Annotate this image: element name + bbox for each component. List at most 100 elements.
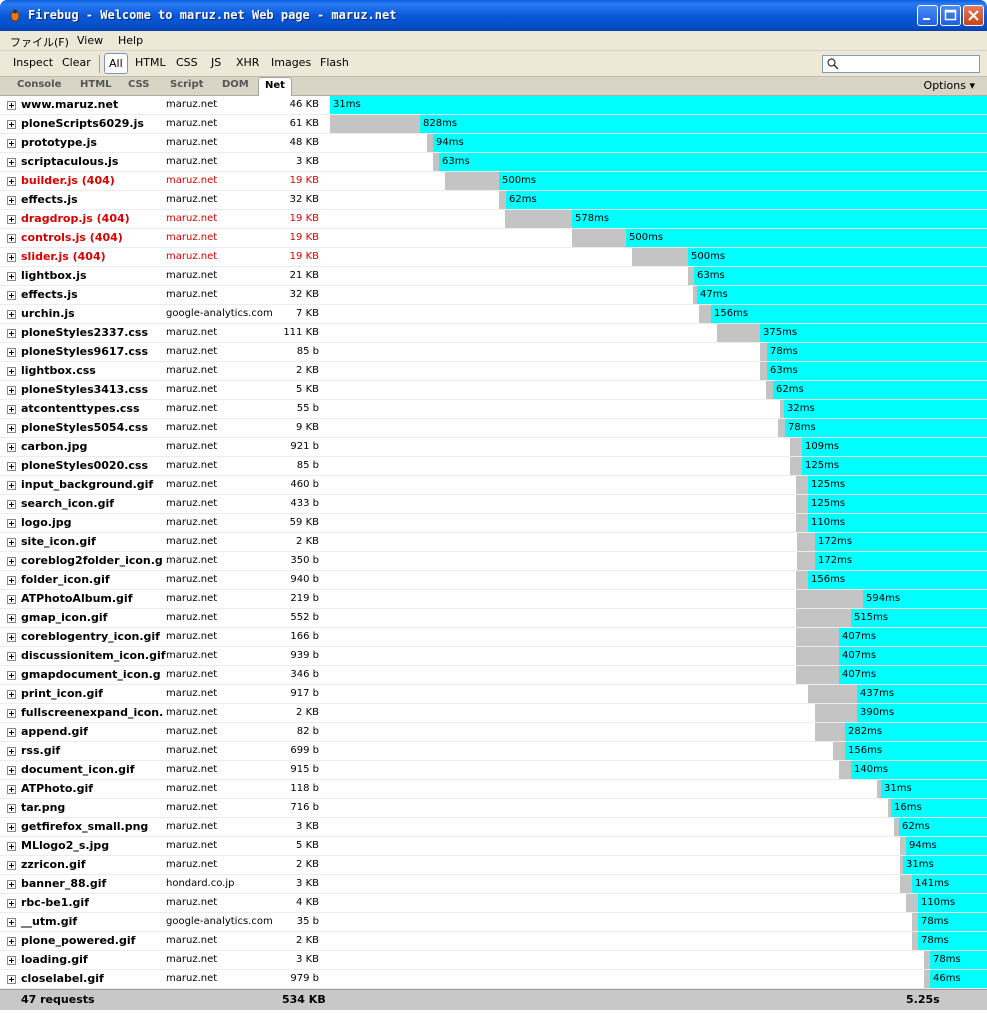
expand-icon[interactable] [7,234,16,243]
expand-icon[interactable] [7,576,16,585]
request-row[interactable]: closelabel.gif maruz.net 979 b 46ms [0,970,987,989]
filter-js[interactable]: JS [211,56,221,69]
expand-icon[interactable] [7,196,16,205]
filter-all[interactable]: All [104,53,128,74]
request-row[interactable]: banner_88.gif hondard.co.jp 3 KB 141ms [0,875,987,894]
clear-button[interactable]: Clear [62,56,91,69]
request-row[interactable]: atcontenttypes.css maruz.net 55 b 32ms [0,400,987,419]
request-row[interactable]: append.gif maruz.net 82 b 282ms [0,723,987,742]
request-row[interactable]: coreblog2folder_icon.g maruz.net 350 b 172m… [0,552,987,571]
expand-icon[interactable] [7,728,16,737]
search-input[interactable] [822,55,980,73]
menu-help[interactable]: Help [118,34,143,47]
menu-file[interactable]: ファイル(F) [10,34,69,50]
request-row[interactable]: ploneStyles9617.css maruz.net 85 b 78ms [0,343,987,362]
expand-icon[interactable] [7,690,16,699]
request-row[interactable]: lightbox.js maruz.net 21 KB 63ms [0,267,987,286]
expand-icon[interactable] [7,557,16,566]
expand-icon[interactable] [7,500,16,509]
expand-icon[interactable] [7,519,16,528]
expand-icon[interactable] [7,937,16,946]
request-row[interactable]: plone_powered.gif maruz.net 2 KB 78ms [0,932,987,951]
maximize-button[interactable] [940,5,961,26]
tab-css[interactable]: CSS [128,79,149,90]
request-row[interactable]: loading.gif maruz.net 3 KB 78ms [0,951,987,970]
tab-console[interactable]: Console [17,79,61,90]
request-row[interactable]: tar.png maruz.net 716 b 16ms [0,799,987,818]
expand-icon[interactable] [7,614,16,623]
request-row[interactable]: document_icon.gif maruz.net 915 b 140ms [0,761,987,780]
request-row[interactable]: lightbox.css maruz.net 2 KB 63ms [0,362,987,381]
tab-html[interactable]: HTML [80,79,112,90]
tab-dom[interactable]: DOM [222,79,249,90]
expand-icon[interactable] [7,747,16,756]
request-row[interactable]: slider.js (404) maruz.net 19 KB 500ms [0,248,987,267]
expand-icon[interactable] [7,101,16,110]
request-row[interactable]: ploneStyles2337.css maruz.net 111 KB 375ms [0,324,987,343]
request-row[interactable]: __utm.gif google-analytics.com 35 b 78ms [0,913,987,932]
filter-html[interactable]: HTML [135,56,166,69]
request-row[interactable]: www.maruz.net maruz.net 46 KB 31ms [0,96,987,115]
request-row[interactable]: getfirefox_small.png maruz.net 3 KB 62ms [0,818,987,837]
expand-icon[interactable] [7,785,16,794]
expand-icon[interactable] [7,310,16,319]
request-row[interactable]: site_icon.gif maruz.net 2 KB 172ms [0,533,987,552]
expand-icon[interactable] [7,405,16,414]
expand-icon[interactable] [7,329,16,338]
expand-icon[interactable] [7,120,16,129]
request-row[interactable]: builder.js (404) maruz.net 19 KB 500ms [0,172,987,191]
expand-icon[interactable] [7,139,16,148]
request-row[interactable]: search_icon.gif maruz.net 433 b 125ms [0,495,987,514]
expand-icon[interactable] [7,975,16,984]
expand-icon[interactable] [7,652,16,661]
request-row[interactable]: ploneStyles0020.css maruz.net 85 b 125ms [0,457,987,476]
expand-icon[interactable] [7,538,16,547]
filter-css[interactable]: CSS [176,56,198,69]
filter-images[interactable]: Images [271,56,311,69]
request-row[interactable]: effects.js maruz.net 32 KB 62ms [0,191,987,210]
expand-icon[interactable] [7,424,16,433]
request-row[interactable]: ploneStyles5054.css maruz.net 9 KB 78ms [0,419,987,438]
request-row[interactable]: carbon.jpg maruz.net 921 b 109ms [0,438,987,457]
request-row[interactable]: input_background.gif maruz.net 460 b 125ms [0,476,987,495]
expand-icon[interactable] [7,386,16,395]
expand-icon[interactable] [7,766,16,775]
request-row[interactable]: gmap_icon.gif maruz.net 552 b 515ms [0,609,987,628]
inspect-button[interactable]: Inspect [13,56,53,69]
close-button[interactable] [963,5,984,26]
filter-xhr[interactable]: XHR [236,56,259,69]
request-row[interactable]: fullscreenexpand_icon. maruz.net 2 KB 390ms [0,704,987,723]
expand-icon[interactable] [7,348,16,357]
expand-icon[interactable] [7,633,16,642]
request-row[interactable]: zzricon.gif maruz.net 2 KB 31ms [0,856,987,875]
request-row[interactable]: prototype.js maruz.net 48 KB 94ms [0,134,987,153]
expand-icon[interactable] [7,443,16,452]
expand-icon[interactable] [7,158,16,167]
request-row[interactable]: ATPhoto.gif maruz.net 118 b 31ms [0,780,987,799]
request-row[interactable]: ploneStyles3413.css maruz.net 5 KB 62ms [0,381,987,400]
request-row[interactable]: dragdrop.js (404) maruz.net 19 KB 578ms [0,210,987,229]
request-row[interactable]: rbc-be1.gif maruz.net 4 KB 110ms [0,894,987,913]
expand-icon[interactable] [7,671,16,680]
expand-icon[interactable] [7,215,16,224]
expand-icon[interactable] [7,956,16,965]
expand-icon[interactable] [7,462,16,471]
expand-icon[interactable] [7,861,16,870]
request-row[interactable]: folder_icon.gif maruz.net 940 b 156ms [0,571,987,590]
tab-net[interactable]: Net [258,77,292,96]
tab-script[interactable]: Script [170,79,203,90]
request-row[interactable]: rss.gif maruz.net 699 b 156ms [0,742,987,761]
request-row[interactable]: coreblogentry_icon.gif maruz.net 166 b 407m… [0,628,987,647]
request-row[interactable]: MLlogo2_s.jpg maruz.net 5 KB 94ms [0,837,987,856]
request-row[interactable]: discussionitem_icon.gif maruz.net 939 b 407… [0,647,987,666]
expand-icon[interactable] [7,899,16,908]
request-row[interactable]: urchin.js google-analytics.com 7 KB 156ms [0,305,987,324]
request-row[interactable]: effects.js maruz.net 32 KB 47ms [0,286,987,305]
expand-icon[interactable] [7,918,16,927]
filter-flash[interactable]: Flash [320,56,349,69]
expand-icon[interactable] [7,272,16,281]
expand-icon[interactable] [7,291,16,300]
request-row[interactable]: gmapdocument_icon.g maruz.net 346 b 407ms [0,666,987,685]
request-row[interactable]: print_icon.gif maruz.net 917 b 437ms [0,685,987,704]
request-row[interactable]: scriptaculous.js maruz.net 3 KB 63ms [0,153,987,172]
